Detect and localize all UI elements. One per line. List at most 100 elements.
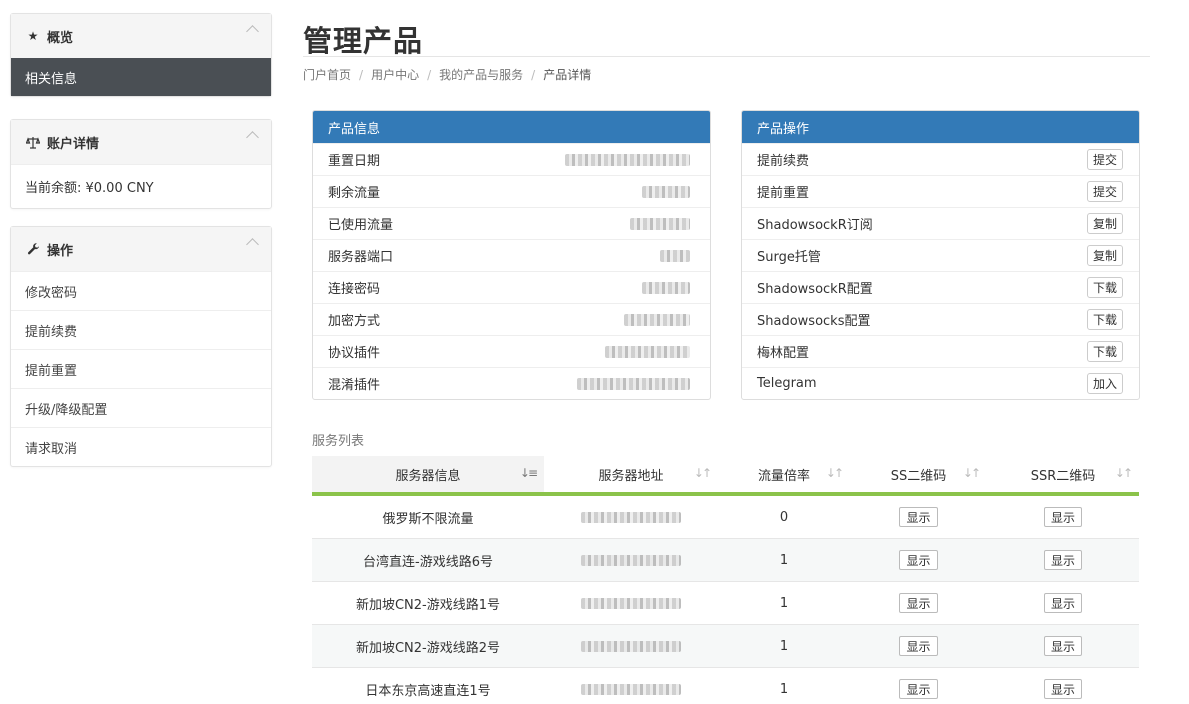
ss-qrcode-show-button[interactable]: 显示 [899,679,938,699]
op-label: 提前重置 [757,186,810,201]
sidebar-item-related-info[interactable]: 相关信息 [11,58,271,96]
sort-asc-icon: ↓≡ [519,466,538,480]
account-balance: 当前余额: ¥0.00 CNY [11,164,271,208]
col-traffic-rate[interactable]: 流量倍率 ↓↑ [718,456,850,492]
ss-qrcode-cell: 显示 [850,625,987,667]
info-label: 混淆插件 [328,378,381,393]
overview-panel: ★ 概览 相关信息 [10,13,272,97]
account-title: 账户详情 [47,136,100,152]
redacted-value [605,345,690,358]
ssr-qrcode-show-button[interactable]: 显示 [1043,593,1082,613]
info-label: 重置日期 [328,154,381,169]
col-server-address[interactable]: 服务器地址 ↓↑ [544,456,718,492]
ssr-qrcode-cell: 显示 [987,668,1139,704]
sidebar-item-label: 提前重置 [25,363,78,379]
redacted-address [581,511,681,523]
ss-qrcode-cell: 显示 [850,496,987,538]
merlin-download-button[interactable]: 下载 [1086,341,1123,362]
surge-copy-button[interactable]: 复制 [1086,245,1123,266]
server-name: 新加坡CN2-游戏线路2号 [355,640,501,656]
sort-icon: ↓↑ [693,466,712,480]
telegram-join-button[interactable]: 加入 [1086,373,1123,394]
product-info-title: 产品信息 [313,111,710,143]
info-row-protocol-plugin: 协议插件 [313,335,710,367]
renew-submit-button[interactable]: 提交 [1086,149,1123,170]
sort-icon: ↓↑ [825,466,844,480]
sidebar-item-reset[interactable]: 提前重置 [11,349,271,388]
info-label: 已使用流量 [328,218,394,233]
sidebar-item-renew[interactable]: 提前续费 [11,310,271,349]
info-label: 加密方式 [328,314,381,329]
server-name: 俄罗斯不限流量 [382,511,474,527]
ss-qrcode-cell: 显示 [850,539,987,581]
op-row-ss-config: Shadowsocks配置 下载 [742,303,1139,335]
sidebar-item-label: 请求取消 [25,441,78,457]
ssr-subscription-copy-button[interactable]: 复制 [1086,213,1123,234]
ssr-config-download-button[interactable]: 下载 [1086,277,1123,298]
reset-submit-button[interactable]: 提交 [1086,181,1123,202]
sidebar-item-label: 相关信息 [25,71,78,87]
op-row-surge: Surge托管 复制 [742,239,1139,271]
overview-title: 概览 [47,30,74,46]
op-label: Surge托管 [757,250,821,265]
sidebar-item-label: 修改密码 [25,285,78,301]
server-address [544,582,718,624]
op-row-merlin: 梅林配置 下载 [742,335,1139,367]
traffic-rate: 1 [779,638,789,654]
table-header: 服务器信息 ↓≡ 服务器地址 ↓↑ 流量倍率 ↓↑ SS二维码 ↓↑ SSR二维码 ↓↑ [312,456,1139,496]
ss-qrcode-cell: 显示 [850,668,987,704]
server-name: 日本东京高速直连1号 [365,683,491,699]
op-row-reset: 提前重置 提交 [742,175,1139,207]
sidebar-item-upgrade[interactable]: 升级/降级配置 [11,388,271,427]
server-address [544,625,718,667]
column-label: 服务器信息 [395,468,461,484]
info-row-remaining-traffic: 剩余流量 [313,175,710,207]
chevron-up-icon[interactable] [246,238,259,251]
col-ss-qrcode[interactable]: SS二维码 ↓↑ [850,456,987,492]
ss-qrcode-show-button[interactable]: 显示 [899,550,938,570]
server-name: 台湾直连-游戏线路6号 [363,554,493,570]
account-panel-header[interactable]: 账户详情 [11,120,271,164]
ss-qrcode-show-button[interactable]: 显示 [899,636,938,656]
redacted-value [565,153,690,166]
ssr-qrcode-cell: 显示 [987,625,1139,667]
sidebar-item-change-password[interactable]: 修改密码 [11,271,271,310]
info-row-reset-date: 重置日期 [313,143,710,175]
breadcrumb-user-center[interactable]: 用户中心 [371,66,419,83]
breadcrumb-separator: / [531,67,536,82]
col-server-info[interactable]: 服务器信息 ↓≡ [312,456,544,492]
wrench-icon [25,242,41,256]
ssr-qrcode-show-button[interactable]: 显示 [1043,636,1082,656]
sidebar-item-label: 提前续费 [25,324,78,340]
breadcrumb-my-products[interactable]: 我的产品与服务 [439,66,523,83]
ss-qrcode-show-button[interactable]: 显示 [899,507,938,527]
table-row: 新加坡CN2-游戏线路1号 1 显示 显示 [312,582,1139,625]
info-row-obfs-plugin: 混淆插件 [313,367,710,399]
title-divider [303,56,1150,57]
scale-icon [25,136,41,149]
ssr-qrcode-show-button[interactable]: 显示 [1043,679,1082,699]
op-row-renew: 提前续费 提交 [742,143,1139,175]
redacted-value [624,313,690,326]
col-ssr-qrcode[interactable]: SSR二维码 ↓↑ [987,456,1139,492]
chevron-up-icon[interactable] [246,131,259,144]
ss-config-download-button[interactable]: 下载 [1086,309,1123,330]
overview-panel-header[interactable]: ★ 概览 [11,14,271,58]
table-row: 新加坡CN2-游戏线路2号 1 显示 显示 [312,625,1139,668]
info-row-encryption: 加密方式 [313,303,710,335]
ss-qrcode-show-button[interactable]: 显示 [899,593,938,613]
redacted-value [630,217,690,230]
table-row: 台湾直连-游戏线路6号 1 显示 显示 [312,539,1139,582]
service-list-label: 服务列表 [312,434,365,449]
ssr-qrcode-show-button[interactable]: 显示 [1043,550,1082,570]
sidebar-item-cancel[interactable]: 请求取消 [11,427,271,466]
info-row-password: 连接密码 [313,271,710,303]
server-address [544,496,718,538]
actions-panel-header[interactable]: 操作 [11,227,271,271]
traffic-rate: 0 [779,509,789,525]
ssr-qrcode-show-button[interactable]: 显示 [1043,507,1082,527]
chevron-up-icon[interactable] [246,25,259,38]
info-label: 连接密码 [328,282,381,297]
sidebar-item-label: 升级/降级配置 [25,402,108,418]
breadcrumb-home[interactable]: 门户首页 [303,66,351,83]
